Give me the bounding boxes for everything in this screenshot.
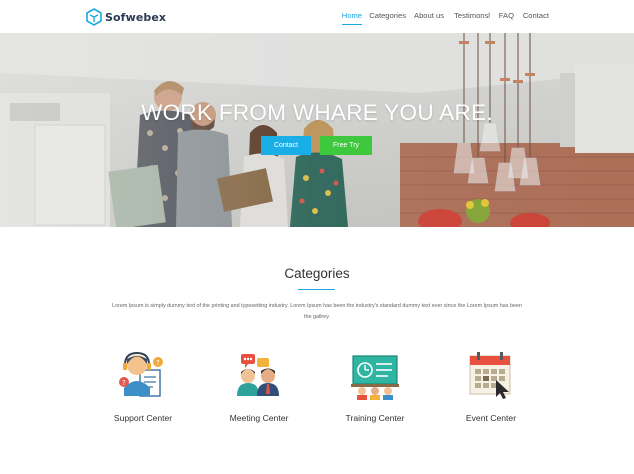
categories-title-underline <box>298 289 335 290</box>
hero-free-try-button[interactable]: Free Try <box>320 136 372 155</box>
nav-about-us[interactable]: About us <box>414 11 444 20</box>
category-label-training: Training Center <box>345 413 405 423</box>
nav-contact[interactable]: Contact <box>523 11 549 20</box>
category-card-meeting[interactable]: Meeting Center <box>204 350 314 430</box>
hero-contact-button[interactable]: Contact <box>261 136 311 155</box>
support-center-icon: ? ? <box>119 351 163 397</box>
category-label-meeting: Meeting Center <box>229 413 289 423</box>
hero-office-photo <box>0 33 634 227</box>
brand-name: Sofwebex <box>105 10 167 24</box>
categories-description: Lorem Ipsum is simply dummy text of the … <box>112 303 522 320</box>
category-label-support: Support Center <box>113 413 173 423</box>
svg-text:?: ? <box>122 379 126 387</box>
svg-text:?: ? <box>156 359 160 367</box>
category-card-training[interactable]: Training Center <box>320 350 430 430</box>
site-header: Sofwebex Home Categories About us Testim… <box>0 0 634 33</box>
category-card-support[interactable]: ? ? Support Center <box>88 350 198 430</box>
nav-categories[interactable]: Categories <box>369 11 406 20</box>
nav-home[interactable]: Home <box>341 11 363 25</box>
categories-title: Categories <box>284 266 350 281</box>
event-center-icon <box>469 352 511 399</box>
brand-logo[interactable]: Sofwebex <box>86 7 166 27</box>
category-label-event: Event Center <box>465 413 517 423</box>
hero-banner: WORK FROM WHARE YOU ARE. Contact Free Tr… <box>0 33 634 227</box>
category-card-event[interactable]: Event Center <box>436 350 546 430</box>
meeting-center-icon <box>237 354 279 396</box>
nav-faq[interactable]: FAQ <box>499 11 514 20</box>
training-center-icon <box>351 355 399 400</box>
nav-testimonials[interactable]: Testimonsl <box>454 11 490 20</box>
cube-logo-icon <box>86 8 102 26</box>
hero-title: WORK FROM WHARE YOU ARE. <box>141 100 493 125</box>
